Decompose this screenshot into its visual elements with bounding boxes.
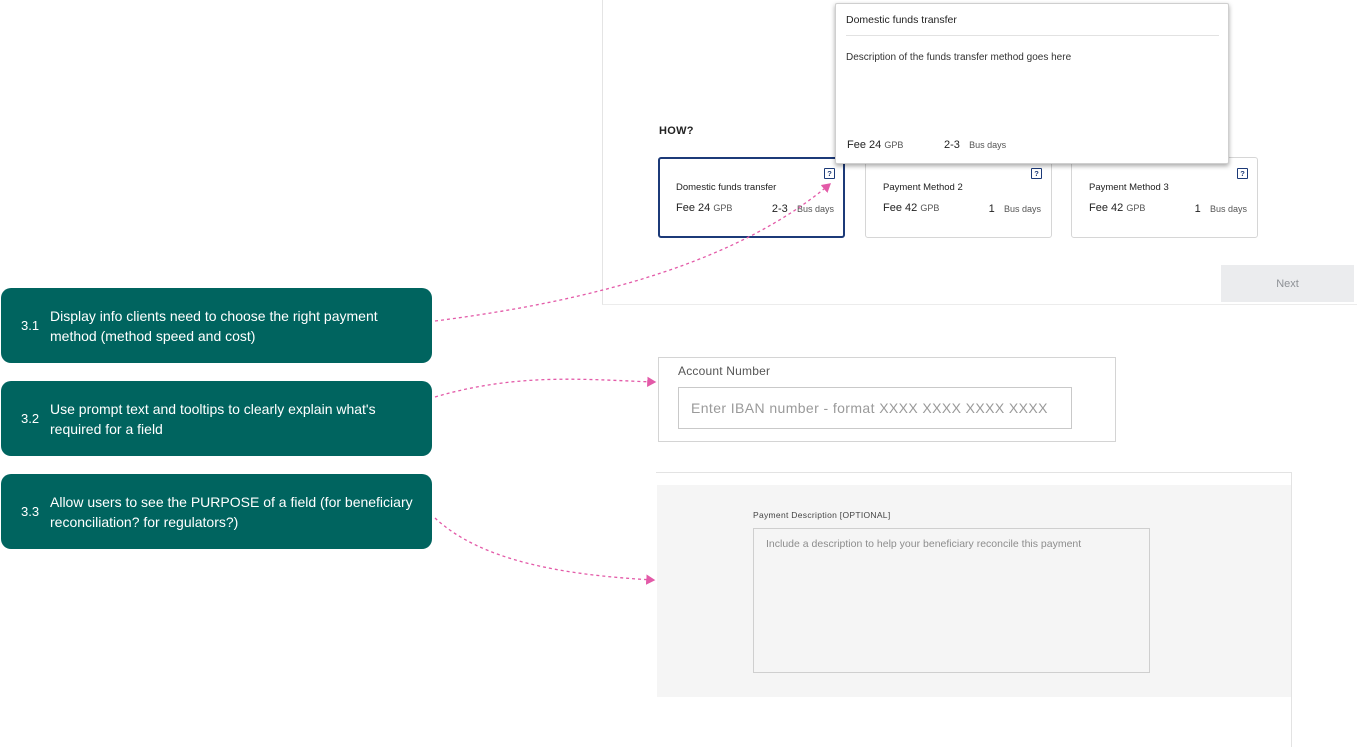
arrow-3-3 <box>434 517 656 585</box>
arrow-3-1 <box>434 183 831 322</box>
annotation-arrows <box>434 183 831 585</box>
arrow-3-2 <box>434 376 657 398</box>
